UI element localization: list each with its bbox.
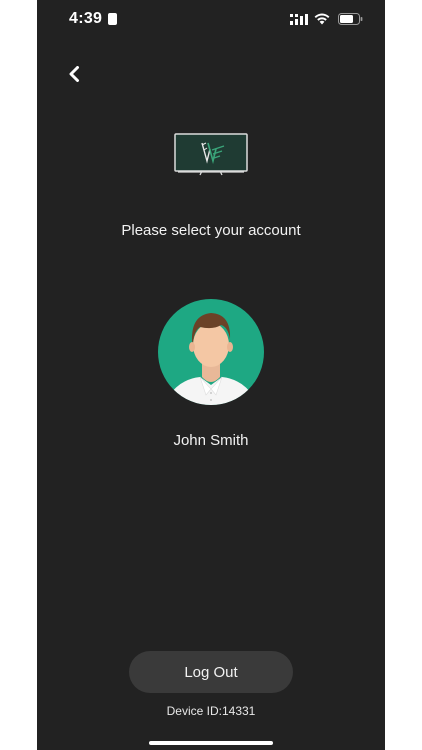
user-avatar-icon bbox=[158, 299, 264, 405]
logout-button[interactable]: Log Out bbox=[129, 651, 293, 693]
account-avatar[interactable] bbox=[158, 297, 264, 407]
select-account-prompt: Please select your account bbox=[121, 222, 301, 239]
wifi-icon bbox=[314, 13, 330, 25]
battery-icon bbox=[338, 13, 363, 25]
tv-logo-icon bbox=[174, 133, 248, 176]
home-indicator[interactable] bbox=[149, 741, 273, 745]
account-name[interactable]: John Smith bbox=[37, 432, 385, 449]
status-bar: 4:39 bbox=[37, 0, 385, 40]
back-button[interactable] bbox=[63, 63, 85, 85]
chevron-left-icon bbox=[69, 66, 79, 82]
signal-icon bbox=[290, 14, 308, 25]
id-badge-icon bbox=[108, 13, 117, 25]
status-time: 4:39 bbox=[69, 10, 103, 27]
device-id-text: Device ID:14331 bbox=[166, 704, 256, 718]
logout-label: Log Out bbox=[184, 663, 238, 681]
app-screen: 4:39 Please select your account John Smi… bbox=[37, 0, 385, 750]
